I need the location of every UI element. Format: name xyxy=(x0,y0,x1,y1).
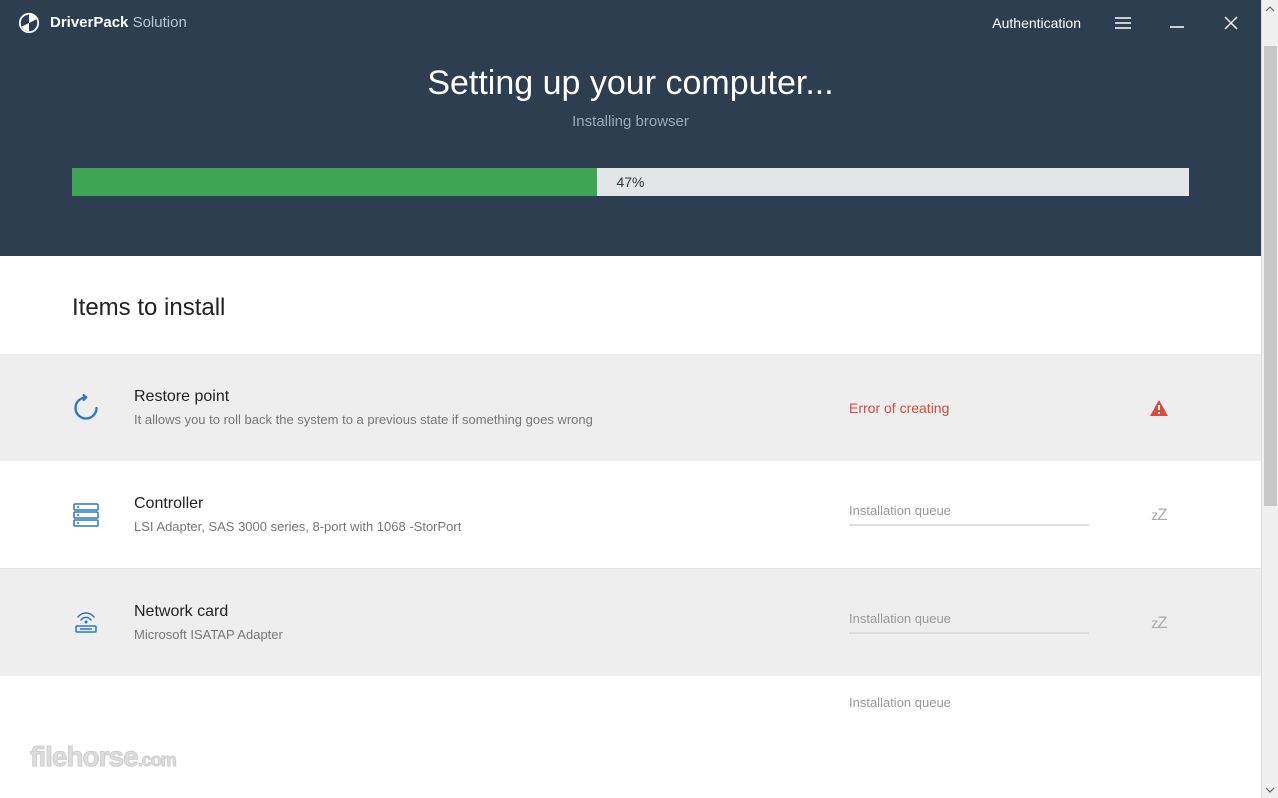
install-item-restore-point: Restore point It allows you to roll back… xyxy=(0,354,1261,461)
item-desc: It allows you to roll back the system to… xyxy=(134,412,849,427)
sleep-icon: zZ xyxy=(1151,505,1166,525)
vertical-scrollbar[interactable] xyxy=(1261,0,1278,798)
scrollbar-thumb[interactable] xyxy=(1264,46,1277,506)
setup-header: Setting up your computer... Installing b… xyxy=(0,46,1261,256)
network-icon xyxy=(72,611,120,635)
install-item-partial: Installation queue xyxy=(0,676,1261,716)
scroll-down-button[interactable] xyxy=(1262,781,1278,798)
item-desc: LSI Adapter, SAS 3000 series, 8-port wit… xyxy=(134,519,849,534)
close-button[interactable] xyxy=(1219,11,1243,35)
page-subtitle: Installing browser xyxy=(0,113,1261,130)
install-item-controller: Controller LSI Adapter, SAS 3000 series,… xyxy=(0,461,1261,568)
authentication-link[interactable]: Authentication xyxy=(992,15,1081,31)
item-desc: Microsoft ISATAP Adapter xyxy=(134,627,849,642)
scroll-up-button[interactable] xyxy=(1262,0,1278,17)
item-name: Controller xyxy=(134,495,849,513)
progress-fill xyxy=(72,168,597,196)
minimize-button[interactable] xyxy=(1165,11,1189,35)
status-queue-text: Installation queue xyxy=(849,611,1129,626)
page-title: Setting up your computer... xyxy=(0,64,1261,103)
sleep-icon: zZ xyxy=(1151,613,1166,633)
item-name: Network card xyxy=(134,603,849,621)
spinner-icon xyxy=(72,394,120,422)
app-logo: DriverPack Solution xyxy=(18,12,187,34)
item-name: Restore point xyxy=(134,388,849,406)
install-item-network-card: Network card Microsoft ISATAP Adapter In… xyxy=(0,569,1261,676)
status-queue-text: Installation queue xyxy=(849,503,1129,518)
controller-icon xyxy=(72,502,120,528)
menu-button[interactable] xyxy=(1111,11,1135,35)
status-queue-bar xyxy=(849,524,1089,526)
logo-icon xyxy=(18,12,40,34)
status-queue-bar xyxy=(849,632,1089,634)
progress-bar: 47% xyxy=(72,168,1189,196)
status-error-text: Error of creating xyxy=(849,400,1129,416)
warning-icon xyxy=(1129,399,1189,417)
brand-light: Solution xyxy=(128,14,186,31)
titlebar: DriverPack Solution Authentication xyxy=(0,0,1261,46)
progress-percent: 47% xyxy=(616,174,644,190)
status-queue-text: Installation queue xyxy=(849,695,1129,710)
brand-name: DriverPack Solution xyxy=(50,14,187,32)
brand-strong: DriverPack xyxy=(50,14,128,31)
items-to-install-heading: Items to install xyxy=(0,256,1261,354)
